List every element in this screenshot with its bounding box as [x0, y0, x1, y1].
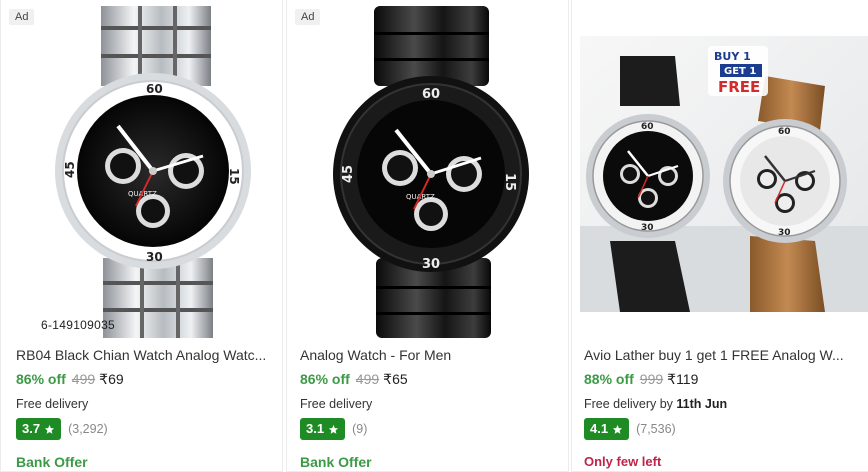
product-title[interactable]: Analog Watch - For Men: [300, 346, 562, 364]
svg-text:15: 15: [227, 168, 241, 185]
svg-text:GET 1: GET 1: [724, 66, 756, 77]
product-title[interactable]: RB04 Black Chian Watch Analog Watc...: [16, 346, 278, 364]
discount-percent: 86% off: [16, 371, 66, 387]
rating-badge: 4.1: [584, 418, 630, 440]
leather-watch-pair-image: 60 30 60 30 BUY 1 GET 1 FREE: [580, 36, 868, 312]
product-image[interactable]: 60 30 60 30 BUY 1 GET 1 FREE: [580, 36, 868, 312]
sale-price: ₹69: [99, 371, 124, 387]
price-row: 86% off 499 ₹69: [16, 370, 278, 388]
rating-value: 3.7: [22, 421, 41, 436]
original-price: 499: [71, 371, 96, 387]
rating-badge: 3.7: [16, 418, 62, 440]
svg-text:60: 60: [422, 87, 440, 102]
svg-text:60: 60: [641, 122, 654, 132]
svg-text:30: 30: [422, 257, 440, 272]
black-chain-watch-image: 60 15 30 45 QUARTZ: [333, 6, 529, 338]
price-row: 86% off 499 ₹65: [300, 370, 562, 388]
svg-text:30: 30: [778, 228, 791, 238]
svg-text:30: 30: [641, 223, 654, 233]
bank-offer-label: Bank Offer: [16, 454, 88, 470]
product-card[interactable]: 60 30 60 30 BUY 1 GET 1 FREE Avio Lather…: [571, 0, 868, 472]
rating-value: 4.1: [590, 421, 609, 436]
delivery-info: Free delivery: [300, 396, 562, 412]
ad-badge: Ad: [9, 9, 35, 25]
svg-text:60: 60: [778, 127, 791, 137]
delivery-label: Free delivery: [16, 397, 89, 411]
stock-warning-label: Only few left: [584, 454, 662, 469]
star-icon: [44, 424, 55, 434]
delivery-label: Free delivery by: [584, 397, 673, 411]
svg-text:30: 30: [146, 250, 163, 264]
sale-price: ₹65: [383, 371, 408, 387]
delivery-label: Free delivery: [300, 397, 373, 411]
rating-row: 3.1 (9): [300, 417, 562, 441]
svg-text:FREE: FREE: [718, 78, 760, 96]
product-card[interactable]: Ad: [0, 0, 283, 472]
svg-text:15: 15: [502, 173, 517, 191]
rating-badge: 3.1: [300, 418, 346, 440]
product-image[interactable]: 60 15 30 45 QUARTZ: [294, 6, 564, 338]
price-row: 88% off 999 ₹119: [584, 370, 868, 388]
rating-row: 4.1 (7,536): [584, 417, 868, 441]
svg-text:45: 45: [63, 161, 77, 178]
product-title[interactable]: Avio Lather buy 1 get 1 FREE Analog W...: [584, 346, 868, 364]
sale-price: ₹119: [667, 371, 699, 387]
delivery-date: 11th Jun: [676, 397, 728, 411]
discount-percent: 86% off: [300, 371, 350, 387]
svg-text:BUY 1: BUY 1: [714, 50, 751, 63]
ad-badge: Ad: [295, 9, 321, 25]
product-card[interactable]: Ad: [286, 0, 569, 472]
product-info: Avio Lather buy 1 get 1 FREE Analog W...…: [584, 346, 868, 469]
buy1-get1-promo-badge: BUY 1 GET 1 FREE: [708, 46, 768, 96]
svg-text:60: 60: [146, 82, 163, 96]
original-price: 499: [355, 371, 380, 387]
bank-offer-label: Bank Offer: [300, 454, 372, 470]
rating-count: (7,536): [636, 422, 676, 436]
delivery-info: Free delivery: [16, 396, 278, 412]
product-info: Analog Watch - For Men 86% off 499 ₹65 Fre…: [300, 346, 562, 470]
rating-row: 3.7 (3,292): [16, 417, 278, 441]
rating-count: (9): [352, 422, 368, 436]
rating-value: 3.1: [306, 421, 325, 436]
image-watermark: 6-149109035: [41, 318, 116, 332]
delivery-info: Free delivery by 11th Jun: [584, 396, 868, 412]
product-grid: Ad 60 15 30 45 6-149109035 RB04 Black Ch…: [0, 0, 868, 472]
product-info: RB04 Black Chian Watch Analog Watc... 86…: [16, 346, 278, 470]
star-icon: [612, 424, 623, 434]
rating-count: (3,292): [68, 422, 108, 436]
product-image[interactable]: 60 15 30 45 QUARTZ: [8, 6, 278, 338]
star-icon: [328, 424, 339, 434]
original-price: 999: [639, 371, 664, 387]
svg-text:45: 45: [341, 165, 356, 183]
silver-chain-watch-image: 60 15 30 45 QUARTZ: [55, 6, 251, 338]
discount-percent: 88% off: [584, 371, 634, 387]
